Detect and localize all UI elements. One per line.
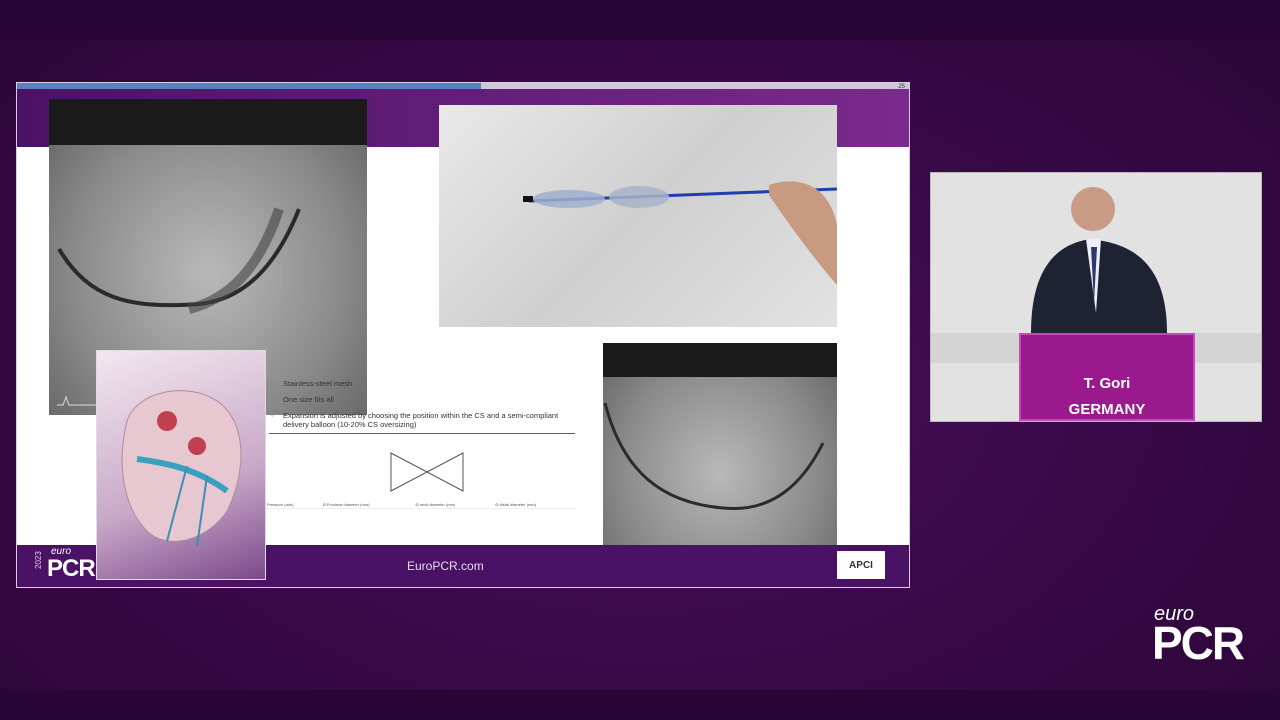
slide-divider [269,433,575,434]
slide-year: 2023 [34,551,43,569]
table-header-cell: Ø neck diameter (mm) [413,501,494,509]
table-header-cell: Pressure (atm) [265,501,321,509]
bullet-list: Stainless-steel mesh One size fits all E… [269,379,569,436]
speaker-video: T. Gori GERMANY [930,172,1262,422]
partner-logo: APCI [837,551,885,579]
balloon-pressure-table: Pressure (atm) Ø Proximal diameter (mm) … [265,501,575,509]
footer-url: EuroPCR.com [407,559,484,573]
angiogram-image-right [603,343,837,579]
heart-illustration [96,350,266,580]
table-header-cell: Ø Proximal diameter (mm) [320,501,414,509]
top-letterbox [0,0,1280,40]
table-header-cell: Ø distal diameter (mm) [493,501,575,509]
speaker-podium: T. Gori GERMANY [1019,333,1195,421]
slide-page-number: 25 [898,84,905,90]
europcr-logo: euro PCR [1152,604,1245,669]
bottom-letterbox [0,690,1280,720]
bullet-item: One size fits all [269,395,569,404]
speaker-name: T. Gori [1083,375,1131,392]
device-diagram [390,452,464,492]
logo-text: PCR [47,555,96,582]
bullet-item: Stainless-steel mesh [269,379,569,388]
speaker-country: GERMANY [1068,401,1146,418]
europcr-slide-logo: euro PCR [47,547,96,582]
device-photo [439,105,837,327]
bullet-item: Expansion is adjusted by choosing the po… [269,411,569,429]
logo-text: PCR [1152,617,1245,669]
